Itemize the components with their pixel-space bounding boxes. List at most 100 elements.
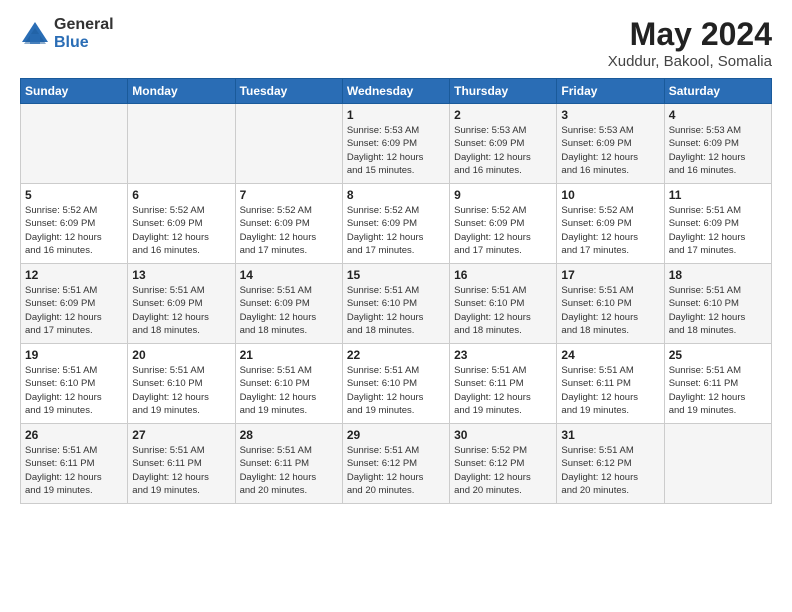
day-info: Sunrise: 5:53 AMSunset: 6:09 PMDaylight:… [561, 124, 659, 177]
location: Xuddur, Bakool, Somalia [608, 53, 772, 70]
logo-blue: Blue [54, 34, 114, 52]
calendar-cell: 28Sunrise: 5:51 AMSunset: 6:11 PMDayligh… [235, 424, 342, 504]
col-sunday: Sunday [21, 79, 128, 104]
day-number: 27 [132, 428, 230, 442]
day-info: Sunrise: 5:52 PMSunset: 6:12 PMDaylight:… [454, 444, 552, 497]
calendar-cell: 22 Sunrise: 5:51 AMSunset: 6:10 PMDayligh… [342, 344, 449, 424]
day-info: Sunrise: 5:51 AMSunset: 6:11 PMDaylight:… [454, 364, 552, 417]
logo: General Blue [20, 16, 114, 51]
calendar-cell: 8 Sunrise: 5:52 AMSunset: 6:09 PMDaylight… [342, 184, 449, 264]
day-number: 7 [240, 188, 338, 202]
day-number: 4 [669, 108, 767, 122]
day-number: 28 [240, 428, 338, 442]
day-info: Sunrise: 5:51 AMSunset: 6:09 PMDaylight:… [132, 284, 230, 337]
day-number: 23 [454, 348, 552, 362]
day-info: Sunrise: 5:51 AMSunset: 6:10 PMDaylight:… [454, 284, 552, 337]
header-row: Sunday Monday Tuesday Wednesday Thursday… [21, 79, 772, 104]
day-number: 29 [347, 428, 445, 442]
day-info: Sunrise: 5:53 AMSunset: 6:09 PMDaylight:… [454, 124, 552, 177]
day-info: Sunrise: 5:51 AMSunset: 6:10 PMDaylight:… [347, 364, 445, 417]
day-number: 10 [561, 188, 659, 202]
calendar-cell: 15Sunrise: 5:51 AMSunset: 6:10 PMDayligh… [342, 264, 449, 344]
day-info: Sunrise: 5:51 AMSunset: 6:10 PMDaylight:… [561, 284, 659, 337]
calendar-cell [664, 424, 771, 504]
day-number: 12 [25, 268, 123, 282]
calendar-cell: 5Sunrise: 5:52 AMSunset: 6:09 PMDaylight… [21, 184, 128, 264]
calendar-cell: 6Sunrise: 5:52 AMSunset: 6:09 PMDaylight… [128, 184, 235, 264]
logo-text: General Blue [54, 16, 114, 51]
day-number: 16 [454, 268, 552, 282]
day-number: 11 [669, 188, 767, 202]
calendar-cell [128, 104, 235, 184]
calendar-cell: 18 Sunrise: 5:51 AMSunset: 6:10 PMDayligh… [664, 264, 771, 344]
day-number: 25 [669, 348, 767, 362]
day-info: Sunrise: 5:51 AMSunset: 6:11 PMDaylight:… [25, 444, 123, 497]
calendar-cell: 4 Sunrise: 5:53 AMSunset: 6:09 PMDaylight… [664, 104, 771, 184]
week-row-4: 26 Sunrise: 5:51 AMSunset: 6:11 PMDayligh… [21, 424, 772, 504]
day-info: Sunrise: 5:51 AMSunset: 6:11 PMDaylight:… [669, 364, 767, 417]
title-section: May 2024 Xuddur, Bakool, Somalia [608, 16, 772, 70]
calendar-cell [21, 104, 128, 184]
day-number: 15 [347, 268, 445, 282]
day-number: 14 [240, 268, 338, 282]
calendar-cell: 7Sunrise: 5:52 AMSunset: 6:09 PMDaylight… [235, 184, 342, 264]
calendar-cell: 25 Sunrise: 5:51 AMSunset: 6:11 PMDayligh… [664, 344, 771, 424]
day-number: 17 [561, 268, 659, 282]
header: General Blue May 2024 Xuddur, Bakool, So… [20, 16, 772, 70]
calendar-cell: 29 Sunrise: 5:51 AMSunset: 6:12 PMDayligh… [342, 424, 449, 504]
day-number: 19 [25, 348, 123, 362]
logo-general: General [54, 16, 114, 34]
day-info: Sunrise: 5:51 AMSunset: 6:10 PMDaylight:… [240, 364, 338, 417]
day-info: Sunrise: 5:53 AMSunset: 6:09 PMDaylight:… [347, 124, 445, 177]
calendar-cell: 13Sunrise: 5:51 AMSunset: 6:09 PMDayligh… [128, 264, 235, 344]
calendar-cell: 30 Sunrise: 5:52 PMSunset: 6:12 PMDayligh… [450, 424, 557, 504]
calendar-body: 1Sunrise: 5:53 AMSunset: 6:09 PMDaylight… [21, 104, 772, 504]
calendar-cell: 21Sunrise: 5:51 AMSunset: 6:10 PMDayligh… [235, 344, 342, 424]
calendar-cell: 14 Sunrise: 5:51 AMSunset: 6:09 PMDayligh… [235, 264, 342, 344]
day-info: Sunrise: 5:51 AMSunset: 6:09 PMDaylight:… [240, 284, 338, 337]
day-info: Sunrise: 5:51 AMSunset: 6:12 PMDaylight:… [347, 444, 445, 497]
week-row-2: 12 Sunrise: 5:51 AMSunset: 6:09 PMDayligh… [21, 264, 772, 344]
day-info: Sunrise: 5:52 AMSunset: 6:09 PMDaylight:… [561, 204, 659, 257]
day-number: 8 [347, 188, 445, 202]
day-info: Sunrise: 5:53 AMSunset: 6:09 PMDaylight:… [669, 124, 767, 177]
calendar-cell: 17 Sunrise: 5:51 AMSunset: 6:10 PMDayligh… [557, 264, 664, 344]
calendar-cell: 10 Sunrise: 5:52 AMSunset: 6:09 PMDayligh… [557, 184, 664, 264]
day-number: 26 [25, 428, 123, 442]
day-number: 18 [669, 268, 767, 282]
calendar-cell: 24Sunrise: 5:51 AMSunset: 6:11 PMDayligh… [557, 344, 664, 424]
calendar-cell: 26 Sunrise: 5:51 AMSunset: 6:11 PMDayligh… [21, 424, 128, 504]
col-friday: Friday [557, 79, 664, 104]
day-info: Sunrise: 5:52 AMSunset: 6:09 PMDaylight:… [25, 204, 123, 257]
calendar-cell: 12 Sunrise: 5:51 AMSunset: 6:09 PMDayligh… [21, 264, 128, 344]
day-number: 2 [454, 108, 552, 122]
calendar-cell: 16 Sunrise: 5:51 AMSunset: 6:10 PMDayligh… [450, 264, 557, 344]
day-number: 22 [347, 348, 445, 362]
calendar-cell [235, 104, 342, 184]
day-number: 9 [454, 188, 552, 202]
calendar-cell: 20 Sunrise: 5:51 AMSunset: 6:10 PMDayligh… [128, 344, 235, 424]
calendar-cell: 27Sunrise: 5:51 AMSunset: 6:11 PMDayligh… [128, 424, 235, 504]
calendar-cell: 9Sunrise: 5:52 AMSunset: 6:09 PMDaylight… [450, 184, 557, 264]
month-title: May 2024 [608, 16, 772, 53]
day-number: 6 [132, 188, 230, 202]
day-number: 31 [561, 428, 659, 442]
col-monday: Monday [128, 79, 235, 104]
calendar-cell: 19 Sunrise: 5:51 AMSunset: 6:10 PMDayligh… [21, 344, 128, 424]
col-tuesday: Tuesday [235, 79, 342, 104]
col-wednesday: Wednesday [342, 79, 449, 104]
day-info: Sunrise: 5:52 AMSunset: 6:09 PMDaylight:… [347, 204, 445, 257]
day-info: Sunrise: 5:51 AMSunset: 6:09 PMDaylight:… [25, 284, 123, 337]
day-number: 30 [454, 428, 552, 442]
day-info: Sunrise: 5:51 AMSunset: 6:10 PMDaylight:… [669, 284, 767, 337]
week-row-0: 1Sunrise: 5:53 AMSunset: 6:09 PMDaylight… [21, 104, 772, 184]
week-row-1: 5Sunrise: 5:52 AMSunset: 6:09 PMDaylight… [21, 184, 772, 264]
day-number: 20 [132, 348, 230, 362]
calendar-header: Sunday Monday Tuesday Wednesday Thursday… [21, 79, 772, 104]
day-info: Sunrise: 5:51 AMSunset: 6:10 PMDaylight:… [25, 364, 123, 417]
day-info: Sunrise: 5:51 AMSunset: 6:11 PMDaylight:… [561, 364, 659, 417]
calendar-cell: 11 Sunrise: 5:51 AMSunset: 6:09 PMDayligh… [664, 184, 771, 264]
day-info: Sunrise: 5:51 AMSunset: 6:09 PMDaylight:… [669, 204, 767, 257]
day-info: Sunrise: 5:51 AMSunset: 6:10 PMDaylight:… [132, 364, 230, 417]
calendar-cell: 3Sunrise: 5:53 AMSunset: 6:09 PMDaylight… [557, 104, 664, 184]
